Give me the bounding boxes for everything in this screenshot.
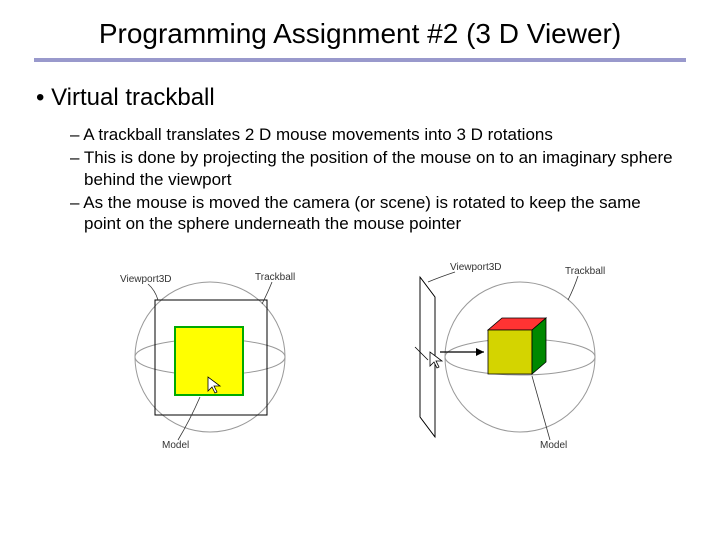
diagram-right: Viewport3D Trackball Model: [360, 252, 620, 452]
sub-bullet: As the mouse is moved the camera (or sce…: [70, 192, 680, 235]
title-underline: [34, 58, 686, 62]
label-trackball: Trackball: [565, 266, 605, 277]
label-model: Model: [162, 440, 189, 451]
label-viewport: Viewport3D: [120, 274, 172, 285]
sub-bullet: This is done by projecting the position …: [70, 147, 680, 190]
diagram-row: Viewport3D Trackball Model: [30, 252, 690, 452]
cube-front: [488, 330, 532, 374]
diagram-left: Viewport3D Trackball Model: [100, 252, 320, 452]
heading-bullet: Virtual trackball: [36, 84, 690, 112]
label-model: Model: [540, 440, 567, 451]
slide-title: Programming Assignment #2 (3 D Viewer): [30, 18, 690, 50]
label-trackball: Trackball: [255, 272, 295, 283]
label-viewport: Viewport3D: [450, 262, 502, 273]
sub-bullet: A trackball translates 2 D mouse movemen…: [70, 124, 680, 145]
slide: Programming Assignment #2 (3 D Viewer) V…: [0, 0, 720, 452]
